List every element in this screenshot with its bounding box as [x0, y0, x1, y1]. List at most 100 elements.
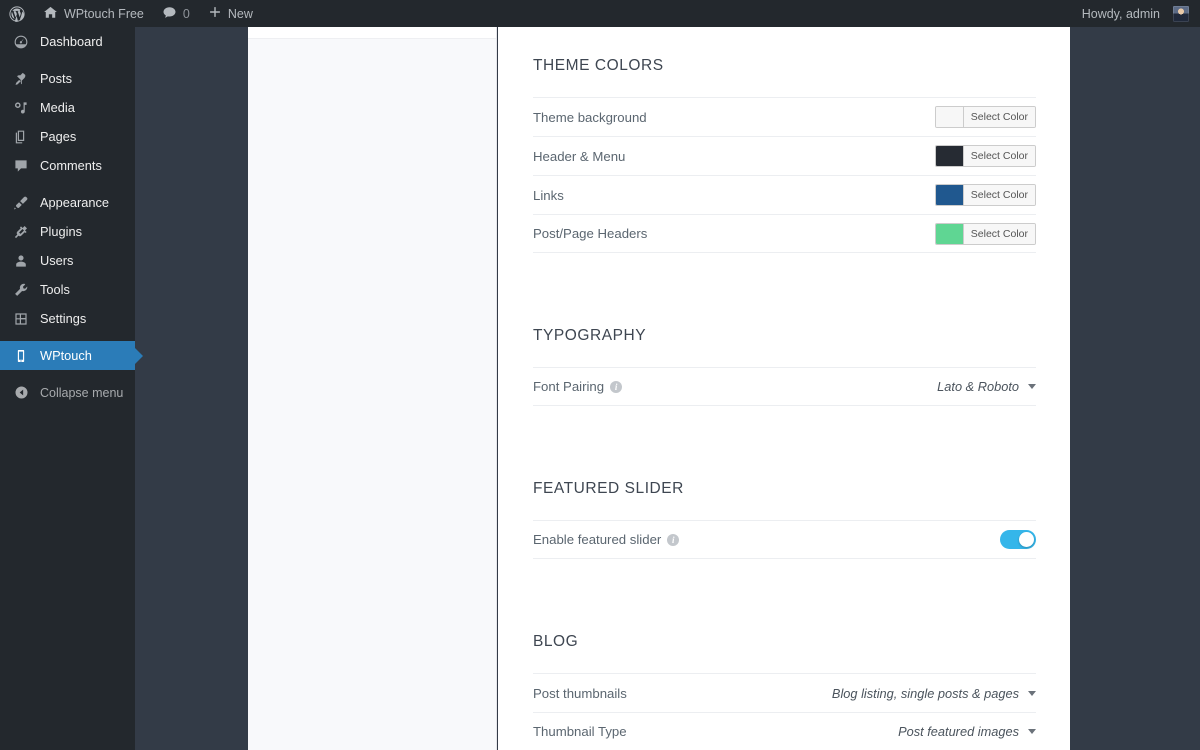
collapse-menu-label: Collapse menu — [40, 385, 124, 400]
dropdown-value: Post featured images — [898, 724, 1019, 739]
section-title: TYPOGRAPHY — [533, 327, 647, 344]
plus-icon — [208, 5, 222, 22]
sidebar-item-comments[interactable]: Comments — [0, 151, 135, 180]
sidebar-item-label: Settings — [40, 311, 87, 326]
setting-row-post-thumbnails: Post thumbnails Blog listing, single pos… — [533, 673, 1036, 712]
comments-count: 0 — [182, 6, 190, 21]
admin-bar: WPtouch Free 0 New Howdy, admin — [0, 0, 1200, 27]
preview-side-panel — [248, 27, 497, 750]
pages-icon — [11, 127, 31, 147]
sidebar-item-posts[interactable]: Posts — [0, 64, 135, 93]
setting-row-links: Links Select Color — [533, 175, 1036, 214]
avatar — [1173, 5, 1189, 22]
color-picker-theme-background[interactable]: Select Color — [934, 106, 1036, 128]
admin-sidebar-menu: Dashboard Posts Media Pages Comments App… — [0, 27, 143, 750]
color-swatch — [935, 223, 964, 244]
preview-panel-topbar — [248, 27, 496, 39]
setting-label: Enable featured slider — [533, 532, 662, 547]
sidebar-item-pages[interactable]: Pages — [0, 122, 135, 151]
pin-icon — [11, 69, 31, 89]
toggle-enable-featured-slider[interactable] — [1000, 530, 1036, 549]
new-content-menu[interactable]: New — [199, 0, 262, 27]
select-color-label: Select Color — [963, 107, 1035, 127]
sidebar-item-label: Users — [40, 253, 74, 268]
setting-label: Header & Menu — [533, 148, 626, 164]
dropdown-value: Blog listing, single posts & pages — [831, 685, 1019, 701]
toggle-knob — [1019, 532, 1034, 547]
comments-menu[interactable]: 0 — [153, 0, 199, 27]
sidebar-item-media[interactable]: Media — [0, 93, 135, 122]
sidebar-item-label: Dashboard — [40, 34, 103, 49]
color-picker-post-page-headers[interactable]: Select Color — [934, 222, 1036, 245]
setting-label: Post thumbnails — [533, 685, 627, 701]
page-background-gutter — [135, 27, 248, 750]
color-swatch — [935, 146, 964, 166]
sidebar-item-label: Plugins — [40, 224, 82, 239]
sidebar-item-wptouch[interactable]: WPtouch — [0, 341, 143, 370]
setting-label-wrap: Enable featured slider i — [533, 532, 680, 547]
section-typography: TYPOGRAPHY Font Pairing i Lato & Roboto — [533, 327, 1036, 406]
color-picker-links[interactable]: Select Color — [934, 184, 1036, 206]
wordpress-logo-menu[interactable] — [0, 0, 34, 27]
sidebar-item-label: Comments — [40, 158, 102, 173]
sidebar-item-label: WPtouch — [40, 348, 92, 363]
info-icon[interactable]: i — [667, 533, 680, 546]
section-title: FEATURED SLIDER — [533, 480, 684, 497]
setting-label: Font Pairing — [533, 379, 605, 394]
info-icon[interactable]: i — [610, 380, 623, 393]
setting-row-theme-background: Theme background Select Color — [533, 97, 1036, 136]
collapse-menu-button[interactable]: Collapse menu — [0, 378, 135, 407]
setting-row-thumbnail-type: Thumbnail Type Post featured images — [533, 712, 1036, 750]
sidebar-item-label: Pages — [40, 129, 77, 144]
comment-bubble-icon — [162, 5, 177, 23]
site-name-menu[interactable]: WPtouch Free — [34, 0, 153, 27]
select-color-label: Select Color — [963, 185, 1035, 205]
setting-row-header-menu: Header & Menu Select Color — [533, 136, 1036, 175]
sidebar-item-plugins[interactable]: Plugins — [0, 217, 135, 246]
sidebar-item-settings[interactable]: Settings — [0, 304, 135, 333]
home-icon — [43, 5, 58, 23]
dropdown-post-thumbnails[interactable]: Blog listing, single posts & pages — [832, 686, 1036, 701]
section-rows: Font Pairing i Lato & Roboto — [533, 367, 1036, 406]
sidebar-item-label: Tools — [40, 282, 70, 297]
section-featured-slider: FEATURED SLIDER Enable featured slider i — [533, 480, 1036, 559]
section-rows: Post thumbnails Blog listing, single pos… — [533, 673, 1036, 750]
plug-icon — [11, 222, 31, 242]
section-rows: Enable featured slider i — [533, 520, 1036, 559]
section-title: BLOG — [533, 633, 579, 650]
wrench-icon — [11, 280, 31, 300]
comment-bubble-icon — [11, 156, 31, 176]
dropdown-font-pairing[interactable]: Lato & Roboto — [937, 379, 1036, 394]
section-theme-colors: THEME COLORS Theme background Select Col… — [533, 57, 1036, 253]
setting-label: Theme background — [533, 109, 647, 125]
howdy-label: Howdy, admin — [1081, 6, 1160, 21]
sidebar-item-dashboard[interactable]: Dashboard — [0, 27, 135, 56]
sidebar-item-users[interactable]: Users — [0, 246, 135, 275]
sliders-icon — [11, 309, 31, 329]
sidebar-item-label: Media — [40, 100, 75, 115]
wordpress-logo-icon — [9, 5, 25, 22]
color-swatch — [935, 185, 964, 205]
sidebar-item-label: Posts — [40, 71, 73, 86]
media-icon — [11, 98, 31, 118]
sidebar-item-appearance[interactable]: Appearance — [0, 188, 135, 217]
settings-content-area: THEME COLORS Theme background Select Col… — [498, 27, 1070, 750]
paintbrush-icon — [11, 193, 31, 213]
setting-label: Thumbnail Type — [533, 724, 627, 739]
dropdown-value: Lato & Roboto — [937, 379, 1019, 394]
setting-row-post-page-headers: Post/Page Headers Select Color — [533, 214, 1036, 253]
select-color-label: Select Color — [963, 223, 1035, 244]
sidebar-item-tools[interactable]: Tools — [0, 275, 135, 304]
collapse-arrow-icon — [11, 383, 31, 403]
color-picker-header-menu[interactable]: Select Color — [934, 145, 1036, 167]
smartphone-icon — [11, 346, 31, 366]
my-account-menu[interactable]: Howdy, admin — [1073, 0, 1200, 27]
section-title: THEME COLORS — [533, 57, 664, 74]
chevron-down-icon — [1028, 384, 1036, 389]
section-blog: BLOG Post thumbnails Blog listing, singl… — [533, 633, 1036, 750]
dropdown-thumbnail-type[interactable]: Post featured images — [898, 724, 1036, 739]
setting-label-wrap: Font Pairing i — [533, 379, 623, 394]
site-name-label: WPtouch Free — [64, 6, 144, 21]
color-swatch — [935, 107, 964, 127]
select-color-label: Select Color — [963, 146, 1035, 166]
